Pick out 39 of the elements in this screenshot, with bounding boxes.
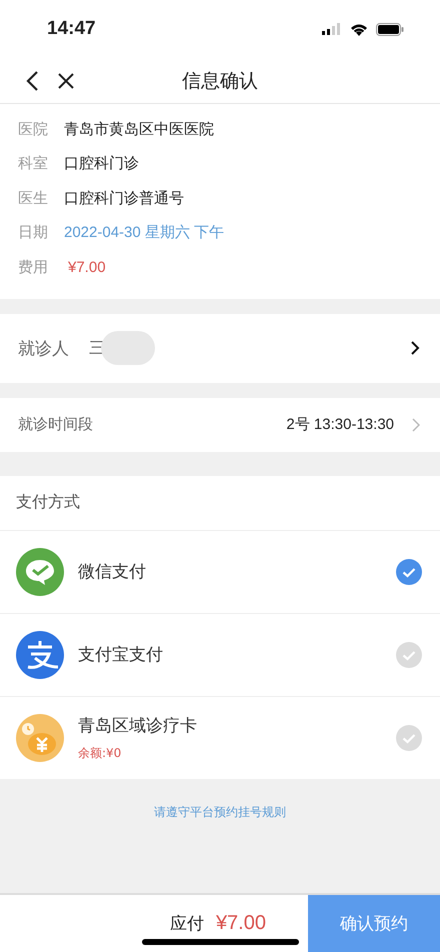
close-icon[interactable] [57, 72, 75, 90]
time-slot-label: 就诊时间段 [18, 415, 93, 434]
time-slot-value: 2号 13:30-13:30 [286, 415, 394, 434]
money-bag-icon [16, 714, 64, 762]
status-time: 14:47 [47, 18, 96, 40]
payment-logo-icon [16, 630, 64, 678]
battery-icon [376, 22, 404, 36]
info-label: 科室 [18, 154, 48, 174]
info-label: 费用 [18, 258, 48, 277]
chevron-icon [412, 418, 420, 432]
wifi-icon [350, 22, 368, 36]
radio-check-icon[interactable] [396, 642, 422, 668]
info-label: 日期 [18, 223, 48, 242]
signal-icon [322, 23, 342, 35]
info-value: ¥7.00 [67, 258, 106, 276]
payment-option[interactable]: 微信支付 [0, 530, 440, 614]
page-title: 信息确认 [182, 68, 258, 94]
info-value: 口腔科门诊 [64, 154, 139, 174]
payment-name: 青岛区域诊疗卡 [78, 714, 197, 736]
chat-bubble-icon [16, 548, 64, 596]
radio-check-icon[interactable] [396, 558, 422, 584]
chevron-icon [410, 340, 420, 356]
info-value: 青岛市黄岛区中医医院 [64, 120, 214, 139]
info-label: 医院 [18, 120, 48, 139]
payment-heading: 支付方式 [0, 476, 440, 530]
amount-value: ¥7.00 [216, 912, 266, 935]
back-icon[interactable] [25, 70, 39, 92]
payment-option[interactable]: 青岛区域诊疗卡 余额:¥0 [0, 696, 440, 778]
balance-text: 余额:¥0 [78, 744, 122, 762]
radio-check-icon[interactable] [396, 724, 422, 750]
payment-name: 微信支付 [78, 561, 146, 583]
payment-name: 支付宝支付 [78, 644, 163, 666]
amount-label: 应付 [170, 913, 204, 935]
payment-option[interactable]: 支付宝支付 [0, 614, 440, 696]
time-slot-row[interactable]: 就诊时间段 2号 13:30-13:30 [0, 398, 440, 452]
patient-label: 就诊人 [18, 338, 69, 360]
info-value: 2022-04-30 星期六 下午 [64, 223, 224, 242]
info-label: 医生 [18, 188, 48, 208]
info-value: 口腔科门诊普通号 [64, 188, 184, 208]
